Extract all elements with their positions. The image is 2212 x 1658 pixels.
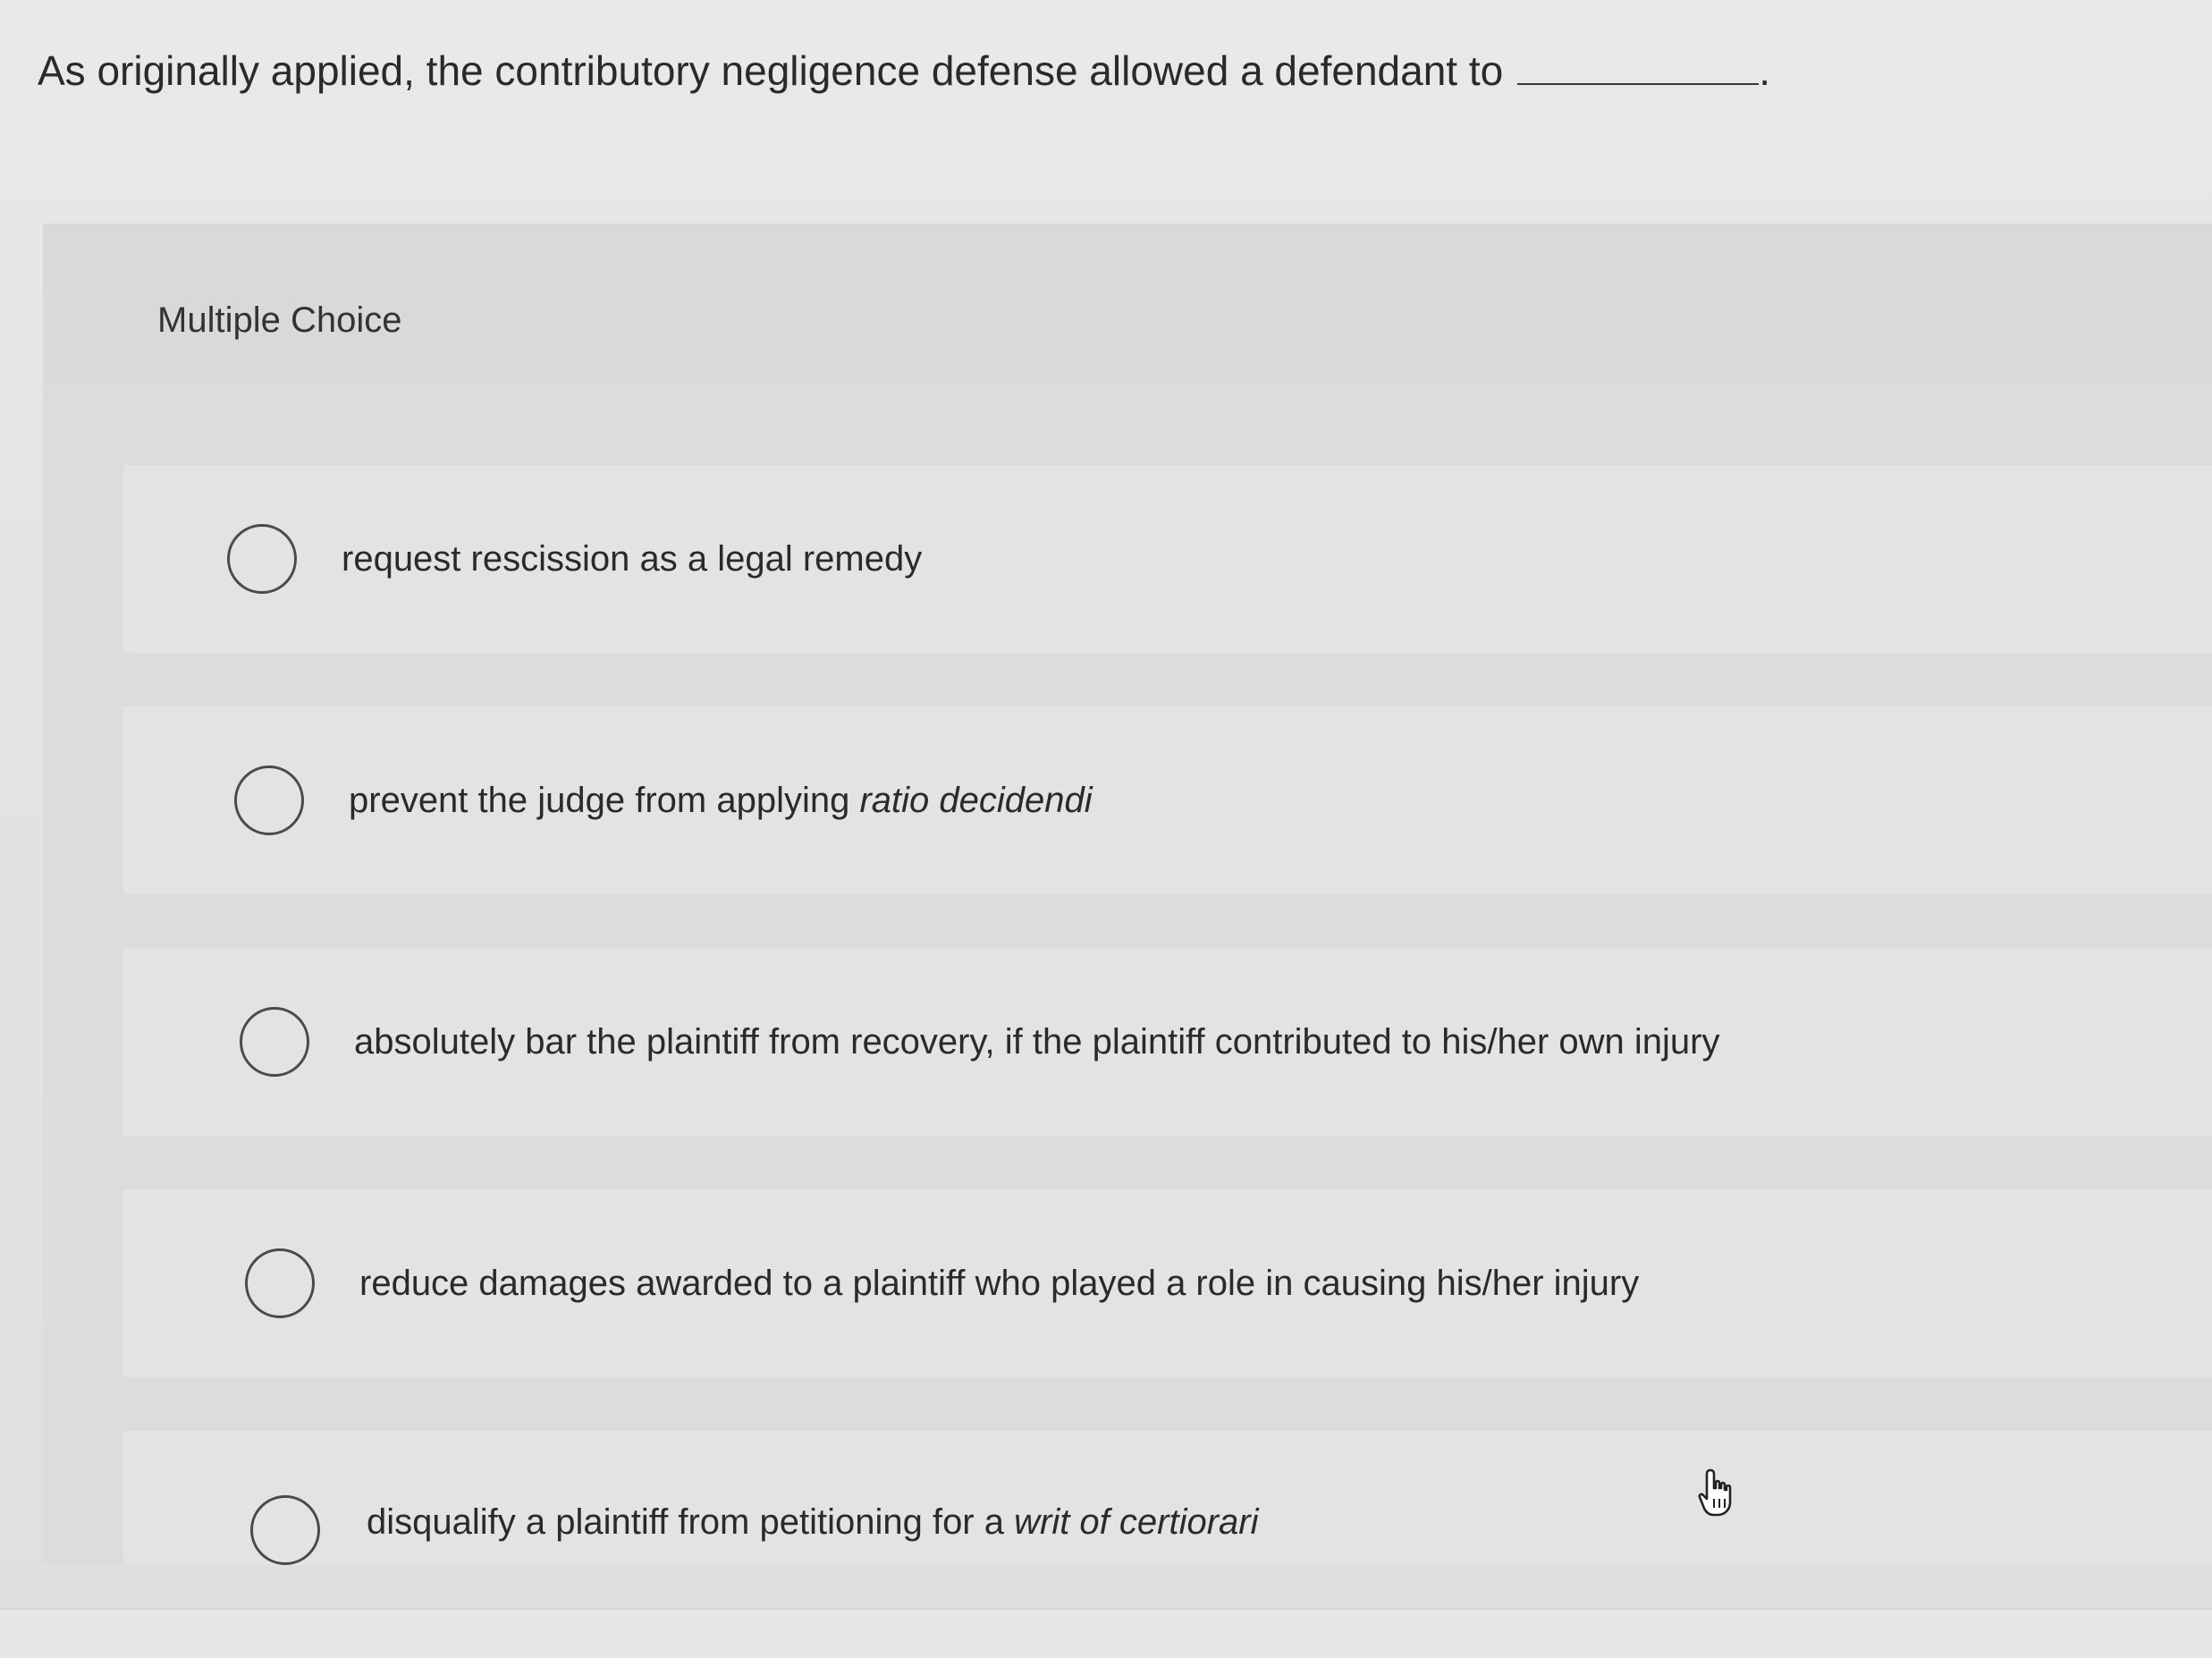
option-label: reduce damages awarded to a plaintiff wh… [359,1264,1639,1304]
option-text: reduce damages awarded to a plaintiff wh… [359,1263,1640,1303]
hand-pointer-icon [1698,1468,1732,1517]
option-italic-text: writ of certiorari [1014,1502,1259,1542]
answer-option-4[interactable]: reduce damages awarded to a plaintiff wh… [123,1189,2212,1377]
answer-option-2[interactable]: prevent the judge from applying ratio de… [123,706,2212,894]
option-text: request rescission as a legal remedy [342,538,923,579]
bottom-bar [0,1608,2212,1658]
radio-button-icon[interactable] [250,1495,320,1565]
answer-option-5[interactable]: disqualify a plaintiff from petitioning … [123,1431,2212,1565]
option-text: absolutely bar the plaintiff from recove… [354,1021,1720,1062]
answer-option-1[interactable]: request rescission as a legal remedy [123,465,2212,653]
question-prompt: As originally applied, the contributory … [38,47,1770,96]
page: As originally applied, the contributory … [0,0,2212,1658]
option-label: absolutely bar the plaintiff from recove… [354,1022,1719,1062]
radio-button-icon[interactable] [245,1248,315,1318]
question-type-label: Multiple Choice [157,300,402,340]
option-label: disqualify a plaintiff from petitioning … [367,1502,1259,1543]
radio-button-icon[interactable] [240,1007,309,1077]
panel-header: Multiple Choice [43,224,2212,385]
multiple-choice-panel: Multiple Choice request rescission as a … [43,224,2212,1565]
option-label: request rescission as a legal remedy [342,539,922,579]
option-text: disqualify a plaintiff from petitioning … [367,1502,1015,1542]
question-text: As originally applied, the contributory … [38,47,1504,94]
radio-button-icon[interactable] [227,524,297,594]
answer-option-3[interactable]: absolutely bar the plaintiff from recove… [123,948,2212,1136]
radio-button-icon[interactable] [234,766,304,835]
option-text: prevent the judge from applying [349,780,860,820]
option-label: prevent the judge from applying ratio de… [349,781,1093,821]
question-end-punctuation: . [1759,47,1771,94]
answer-blank [1517,78,1760,85]
option-italic-text: ratio decidendi [859,780,1093,820]
